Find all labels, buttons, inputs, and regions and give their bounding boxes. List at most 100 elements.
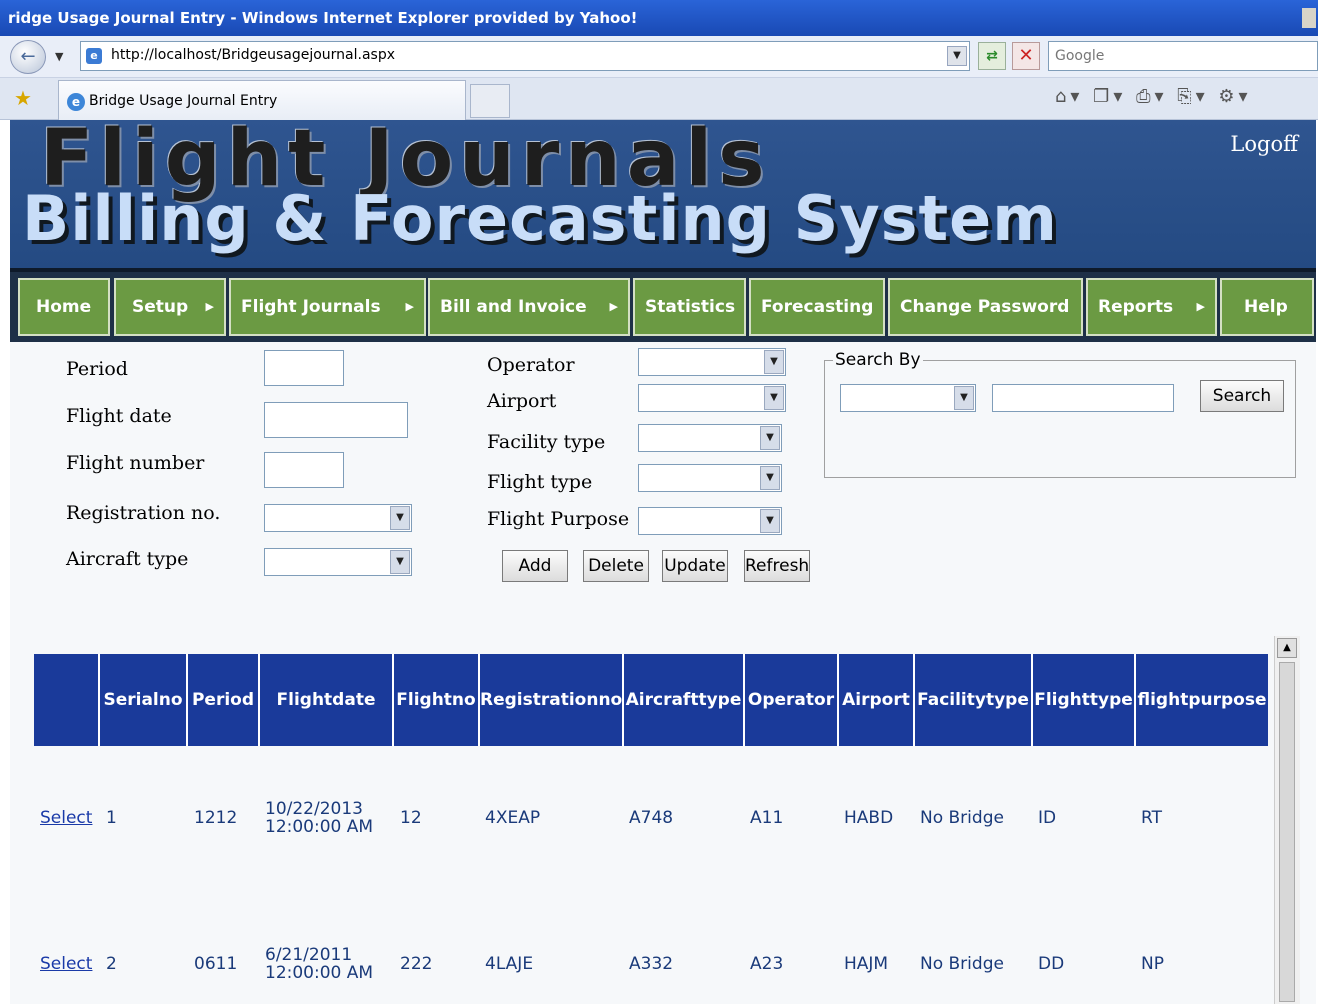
flight-type-select[interactable]: ▼ [638, 464, 782, 492]
grid-header-flightdate[interactable]: Flightdate [260, 654, 394, 746]
flight-number-input[interactable] [264, 452, 344, 488]
window-title: ridge Usage Journal Entry - Windows Inte… [8, 9, 638, 27]
menu-help[interactable]: Help [1220, 278, 1314, 336]
refresh-button[interactable]: Refresh [744, 550, 810, 582]
web-search-input[interactable]: Google [1048, 41, 1318, 71]
period-label: Period [66, 358, 128, 380]
logo-billing-forecasting: Billing & Forecasting System [22, 182, 1058, 255]
address-dropdown-icon[interactable]: ▼ [947, 46, 967, 66]
select-link[interactable]: Select [40, 954, 92, 974]
cell-facilitytype: No Bridge [920, 954, 1004, 974]
select-link[interactable]: Select [40, 808, 92, 828]
chevron-down-icon: ▼ [760, 509, 780, 533]
cell-operator: A23 [750, 954, 784, 974]
cell-aircrafttype: A332 [629, 954, 674, 974]
delete-button[interactable]: Delete [583, 550, 649, 582]
cell-flightdate-date: 10/22/2013 [265, 799, 363, 819]
chevron-down-icon: ▼ [764, 350, 784, 374]
menu-label: Reports [1098, 297, 1174, 317]
chevron-down-icon: ▼ [390, 550, 410, 574]
tab-title: Bridge Usage Journal Entry [89, 93, 278, 109]
chevron-down-icon: ▼ [390, 506, 410, 530]
add-button[interactable]: Add [502, 550, 568, 582]
grid-header-operator[interactable]: Operator [745, 654, 839, 746]
submenu-arrow-icon: ▶ [205, 300, 214, 313]
grid-header-airport[interactable]: Airport [839, 654, 915, 746]
registration-select[interactable]: ▼ [264, 504, 412, 532]
browser-tab[interactable]: e Bridge Usage Journal Entry [58, 80, 466, 120]
address-url: http://localhost/Bridgeusagejournal.aspx [111, 47, 396, 63]
airport-select[interactable]: ▼ [638, 384, 786, 412]
grid-header-facilitytype[interactable]: Facilitytype [915, 654, 1033, 746]
journal-entry-form: Period Flight date Flight number Registr… [10, 342, 1316, 1004]
grid-scrollbar[interactable]: ▲ [1274, 636, 1300, 1004]
update-button[interactable]: Update [662, 550, 728, 582]
main-menu: Home Setup ▶ Flight Journals ▶ Bill and In… [10, 268, 1316, 342]
grid-header-period[interactable]: Period [188, 654, 260, 746]
menu-reports[interactable]: Reports ▶ [1086, 278, 1217, 336]
cell-period: 0611 [194, 954, 238, 974]
grid-header-flighttype[interactable]: Flighttype [1033, 654, 1136, 746]
cell-flightdate-time: 12:00:00 AM [265, 817, 374, 837]
grid-header-registrationno[interactable]: Registrationno [480, 654, 624, 746]
cell-flightdate-date: 6/21/2011 [265, 945, 353, 965]
refresh-icon[interactable]: ⇄ [978, 42, 1006, 70]
menu-bill-and-invoice[interactable]: Bill and Invoice ▶ [428, 278, 630, 336]
flight-type-label: Flight type [487, 471, 593, 493]
cell-facilitytype: No Bridge [920, 808, 1004, 828]
search-text-input[interactable] [992, 384, 1174, 412]
grid-header-flightpurpose[interactable]: flightpurpose [1136, 654, 1268, 746]
period-input[interactable] [264, 350, 344, 386]
search-button[interactable]: Search [1200, 380, 1284, 412]
cell-flighttype: DD [1038, 954, 1065, 974]
tab-row: ★ e Bridge Usage Journal Entry ⌂▾ ❐▾ ⎙▾ … [0, 78, 1318, 120]
ie-tab-icon: e [67, 93, 85, 111]
operator-select[interactable]: ▼ [638, 348, 786, 376]
menu-label: Help [1244, 297, 1288, 317]
menu-flight-journals[interactable]: Flight Journals ▶ [229, 278, 426, 336]
cell-period: 1212 [194, 808, 238, 828]
chevron-down-icon: ▼ [760, 466, 780, 490]
address-field[interactable]: e http://localhost/Bridgeusagejournal.as… [80, 41, 970, 71]
menu-forecasting[interactable]: Forecasting [749, 278, 885, 336]
menu-label: Flight Journals [241, 297, 381, 317]
facility-type-select[interactable]: ▼ [638, 424, 782, 452]
new-tab-button[interactable] [470, 84, 510, 118]
aircraft-type-select[interactable]: ▼ [264, 548, 412, 576]
menu-statistics[interactable]: Statistics [633, 278, 746, 336]
submenu-arrow-icon: ▶ [609, 300, 618, 313]
grid-header-flightno[interactable]: Flightno [394, 654, 480, 746]
search-field-select[interactable]: ▼ [840, 384, 976, 412]
chevron-down-icon: ▼ [760, 426, 780, 450]
cell-flighttype: ID [1038, 808, 1057, 828]
flight-purpose-label: Flight Purpose [487, 508, 630, 530]
history-dropdown-icon[interactable]: ▼ [55, 50, 63, 63]
submenu-arrow-icon: ▶ [405, 300, 414, 313]
cell-flightdate-time: 12:00:00 AM [265, 963, 374, 983]
grid-header-serialno[interactable]: Serialno [100, 654, 188, 746]
cell-serialno: 1 [106, 808, 117, 828]
scroll-thumb[interactable] [1279, 662, 1295, 1002]
back-button[interactable]: ← [10, 40, 46, 74]
aircraft-type-label: Aircraft type [66, 548, 189, 570]
chevron-down-icon: ▼ [764, 386, 784, 410]
flight-number-label: Flight number [66, 452, 205, 474]
grid-header-aircrafttype[interactable]: Aircrafttype [624, 654, 745, 746]
favorites-star-icon[interactable]: ★ [14, 86, 32, 110]
cell-operator: A11 [750, 808, 784, 828]
stop-icon[interactable]: ✕ [1012, 42, 1040, 70]
logoff-link[interactable]: Logoff [1230, 132, 1298, 156]
flight-purpose-select[interactable]: ▼ [638, 507, 782, 535]
flight-date-input[interactable] [264, 402, 408, 438]
cell-flightdate: 6/21/2011 12:00:00 AM [265, 946, 373, 982]
menu-setup[interactable]: Setup ▶ [114, 278, 226, 336]
registration-label: Registration no. [66, 502, 221, 524]
menu-home[interactable]: Home [18, 278, 110, 336]
cell-aircrafttype: A748 [629, 808, 674, 828]
command-bar-icons[interactable]: ⌂▾ ❐▾ ⎙▾ ⎘▾ ⚙▾ [1055, 86, 1252, 107]
menu-change-password[interactable]: Change Password [888, 278, 1083, 336]
airport-label: Airport [487, 390, 557, 412]
scroll-up-icon[interactable]: ▲ [1277, 638, 1297, 658]
menu-label: Bill and Invoice [440, 297, 587, 317]
window-control-button[interactable] [1302, 8, 1316, 28]
